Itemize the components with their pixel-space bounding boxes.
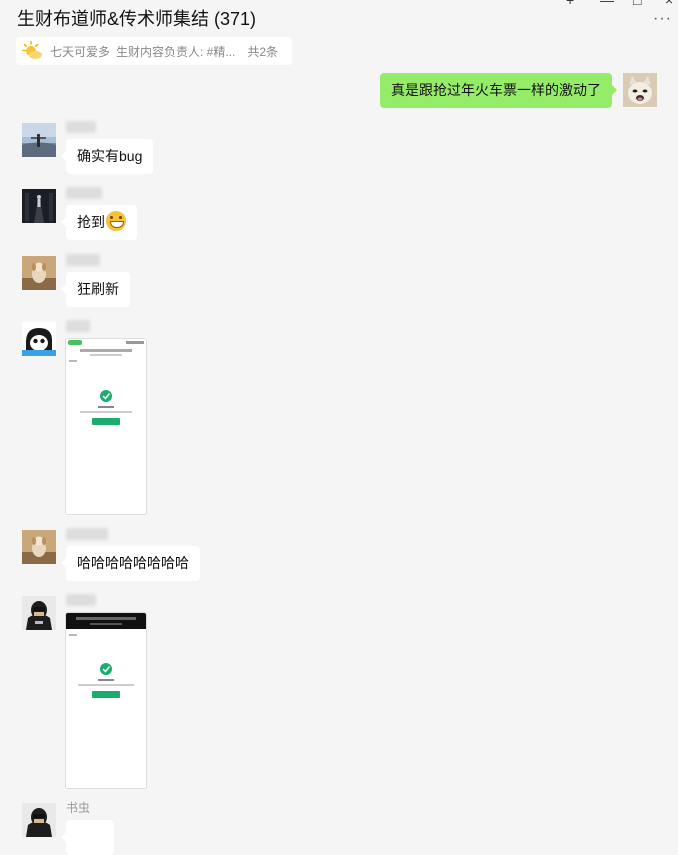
sender-name-blurred xyxy=(66,592,96,606)
title-bar: 生财布道师&传术师集结 (371) + — □ × ··· xyxy=(0,0,678,34)
maximize-icon[interactable]: □ xyxy=(633,0,641,8)
pinned-message-bar[interactable]: 七天可爱多 生财内容负责人: #精... 共2条 xyxy=(16,37,292,65)
sender-name-blurred xyxy=(66,185,102,199)
image-message[interactable] xyxy=(65,612,147,789)
cartoon-avatar[interactable] xyxy=(22,322,56,356)
message-bubble-partial[interactable] xyxy=(61,820,114,855)
message-bubble-self[interactable]: 真是跟抢过年火车票一样的激动了 xyxy=(380,73,617,108)
hoodie-avatar[interactable] xyxy=(22,596,56,630)
message-bubble[interactable]: 抢到 xyxy=(61,205,137,240)
pin-icon[interactable]: + xyxy=(566,0,574,8)
pinned-snippet: 生财内容负责人: #精... xyxy=(116,44,236,59)
image-message[interactable] xyxy=(65,338,147,515)
more-options-icon[interactable]: ··· xyxy=(653,10,672,28)
dog-avatar[interactable] xyxy=(22,256,56,290)
chat-title: 生财布道师&传术师集结 (371) xyxy=(17,9,257,29)
dog-avatar[interactable] xyxy=(22,530,56,564)
grinning-emoji-icon xyxy=(106,211,126,231)
message-text: 抢到 xyxy=(77,214,105,230)
sender-name: 书虫 xyxy=(66,801,91,815)
landscape-avatar[interactable] xyxy=(22,123,56,157)
sender-name-blurred xyxy=(66,526,108,540)
message-bubble[interactable]: 狂刷新 xyxy=(61,272,130,307)
message-bubble[interactable]: 确实有bug xyxy=(60,139,154,174)
sender-name-blurred xyxy=(66,318,90,332)
sender-name-blurred xyxy=(66,252,100,266)
cat-avatar[interactable] xyxy=(623,73,657,107)
pinned-count: 共2条 xyxy=(247,44,279,59)
pinned-sender: 七天可爱多 xyxy=(50,44,111,59)
sun-icon xyxy=(22,40,42,59)
hoodie-avatar[interactable] xyxy=(22,803,56,837)
close-icon[interactable]: × xyxy=(665,0,673,8)
sender-name-blurred xyxy=(66,119,96,133)
message-bubble[interactable]: 哈哈哈哈哈哈哈哈 xyxy=(61,546,200,581)
minimize-icon[interactable]: — xyxy=(600,0,614,8)
night-road-avatar[interactable] xyxy=(22,189,56,223)
